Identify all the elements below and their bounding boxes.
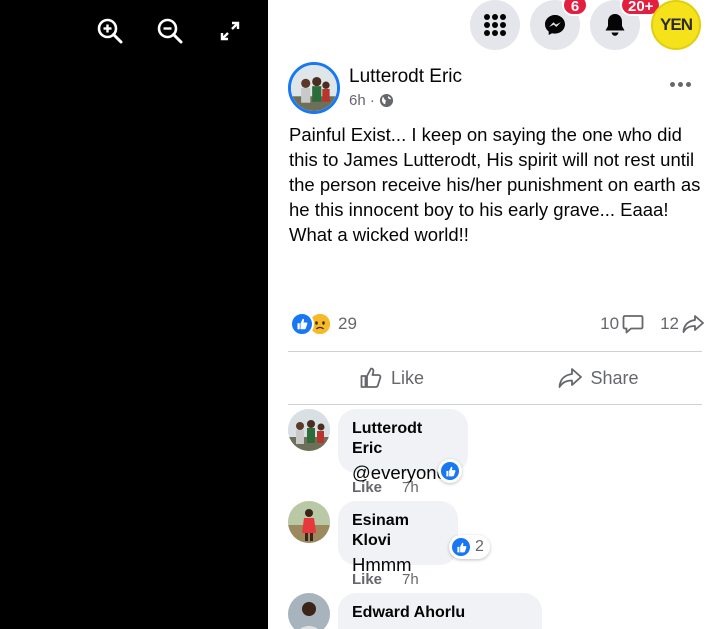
like-label: Like: [390, 367, 425, 388]
commenter-avatar[interactable]: [288, 501, 330, 543]
more-dot-icon: [677, 81, 683, 87]
menu-grid-button[interactable]: [470, 0, 520, 50]
like-reaction-icon: [450, 536, 472, 558]
share-count-value: 12: [660, 314, 679, 333]
comment: Esinam Klovi Hmmm 2 Like 7h: [288, 501, 702, 591]
comment-icon: [622, 315, 644, 334]
more-options-button[interactable]: [668, 74, 692, 94]
post-meta: 6h ·: [349, 92, 394, 109]
comment-reactions[interactable]: [438, 459, 462, 483]
more-dot-icon: [669, 81, 675, 87]
commenter-name[interactable]: Lutterodt Eric: [352, 419, 454, 459]
like-reaction-icon: [290, 312, 314, 336]
bell-icon: [605, 14, 625, 36]
comment-footer: Like 7h: [352, 571, 419, 588]
comment-like-button[interactable]: Like: [352, 571, 382, 588]
post-time[interactable]: 6h ·: [349, 92, 375, 109]
grid-icon: [484, 14, 506, 36]
engagement-counts: 10 12: [600, 314, 704, 334]
comment-count-value: 10: [600, 314, 620, 333]
commenter-name[interactable]: Esinam Klovi: [352, 511, 444, 551]
like-reaction-icon: [439, 460, 461, 482]
post-text: Painful Exist... I keep on saying the on…: [289, 124, 701, 245]
author-avatar[interactable]: [288, 62, 340, 114]
share-count[interactable]: 12: [660, 314, 704, 334]
share-icon: [559, 368, 583, 388]
share-button[interactable]: Share: [495, 352, 702, 404]
post-actions: Like Share: [288, 352, 702, 404]
divider: [288, 404, 702, 405]
zoom-out-icon[interactable]: [155, 16, 185, 46]
share-arrow-icon: [682, 315, 704, 333]
commenter-avatar[interactable]: [288, 409, 330, 451]
comment-reactions[interactable]: 2: [449, 535, 490, 559]
commenter-name[interactable]: Edward Ahorlu: [352, 603, 528, 623]
share-label: Share: [590, 367, 639, 388]
commenter-avatar[interactable]: [288, 593, 330, 629]
comment: Edward Ahorlu: [288, 593, 702, 629]
messenger-icon: [545, 15, 565, 35]
post: Lutterodt Eric 6h · Painful Exist... I k…: [268, 52, 720, 629]
expand-icon[interactable]: [215, 16, 245, 46]
like-button[interactable]: Like: [288, 352, 495, 404]
account-avatar[interactable]: YEN: [651, 0, 701, 50]
comment-footer: Like 7h: [352, 479, 419, 496]
globe-icon: [379, 93, 393, 108]
comment-time[interactable]: 7h: [402, 479, 419, 496]
comment-bubble: Edward Ahorlu: [338, 593, 542, 629]
reaction-count: 29: [338, 314, 357, 333]
comment-time[interactable]: 7h: [402, 571, 419, 588]
comment-reaction-count: 2: [475, 538, 484, 555]
messenger-badge: 6: [562, 0, 588, 16]
more-dot-icon: [685, 81, 691, 87]
post-author[interactable]: Lutterodt Eric: [349, 66, 462, 88]
reaction-summary[interactable]: 29: [290, 312, 357, 336]
comment-count[interactable]: 10: [600, 314, 644, 334]
photo-viewer: [0, 0, 268, 629]
comment: Lutterodt Eric @everyone Like 7h: [288, 409, 702, 499]
comment-like-button[interactable]: Like: [352, 479, 382, 496]
thumbs-up-icon: [360, 367, 382, 388]
zoom-in-icon[interactable]: [95, 16, 125, 46]
comment-bubble: Esinam Klovi Hmmm: [338, 501, 458, 575]
top-bar: 6 20+ YEN: [268, 0, 720, 52]
